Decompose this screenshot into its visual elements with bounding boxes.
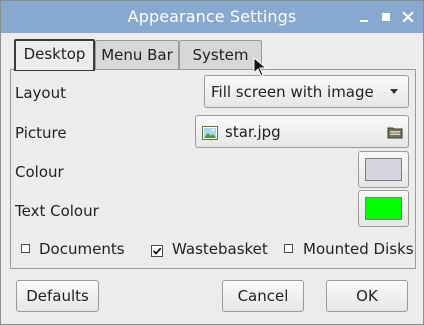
mouse-pointer-icon — [253, 56, 268, 81]
maximize-icon[interactable] — [378, 9, 394, 25]
layout-label: Layout — [15, 84, 66, 102]
minimize-icon[interactable] — [356, 9, 372, 25]
colour-label: Colour — [15, 163, 64, 181]
desktop-colour-swatch — [365, 158, 402, 181]
ok-button[interactable]: OK — [326, 280, 408, 312]
tab-desktop[interactable]: Desktop — [14, 39, 95, 71]
chevron-down-icon — [390, 89, 398, 94]
appearance-settings-window: Appearance Settings Desktop Menu Bar Sys… — [0, 0, 424, 325]
picture-label: Picture — [15, 124, 67, 142]
title-bar[interactable]: Appearance Settings — [1, 1, 423, 33]
documents-checkbox-box[interactable] — [21, 244, 30, 253]
wastebasket-checkbox-box[interactable] — [151, 242, 163, 257]
layout-select[interactable]: Fill screen with image — [204, 75, 409, 108]
layout-selected-value: Fill screen with image — [211, 83, 374, 101]
folder-open-icon — [387, 124, 403, 144]
desktop-colour-button[interactable] — [358, 151, 409, 188]
tab-system[interactable]: System — [179, 40, 262, 70]
mounted-disks-checkbox-label: Mounted Disks — [303, 240, 414, 258]
text-colour-swatch — [365, 197, 402, 220]
cancel-button[interactable]: Cancel — [222, 280, 304, 312]
close-icon[interactable] — [400, 9, 416, 25]
picture-file-button[interactable]: star.jpg — [195, 115, 409, 148]
wastebasket-checkbox-label: Wastebasket — [172, 240, 268, 258]
documents-checkbox-label: Documents — [39, 240, 125, 258]
image-file-icon — [202, 125, 218, 144]
text-colour-button[interactable] — [358, 190, 409, 227]
tab-menu-bar[interactable]: Menu Bar — [95, 40, 179, 70]
checkmark-icon — [151, 245, 163, 257]
mounted-disks-checkbox-box[interactable] — [284, 244, 293, 253]
picture-file-name: star.jpg — [225, 123, 281, 141]
defaults-button[interactable]: Defaults — [16, 280, 99, 312]
text-colour-label: Text Colour — [15, 202, 99, 220]
